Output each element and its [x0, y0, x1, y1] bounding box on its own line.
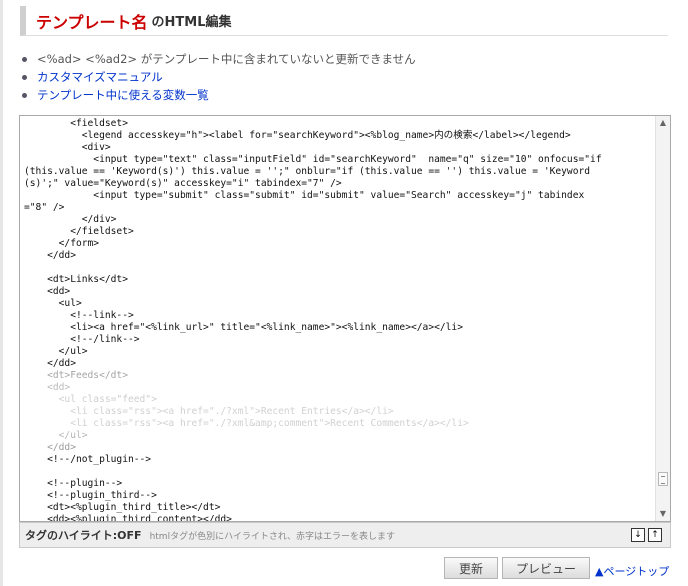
highlight-toolbar: タグのハイライト:OFF htmlタグが色別にハイライトされ、赤字はエラーを表し… — [19, 522, 671, 548]
shrink-editor-button[interactable]: ↓ — [631, 528, 645, 542]
code-line: <li><a href="<%link_url>" title="<%link_… — [24, 322, 463, 333]
code-line: (this.value == 'Keyword(s)') this.value … — [24, 166, 591, 177]
page-left-rule — [0, 0, 3, 586]
expand-editor-button[interactable]: ↑ — [648, 528, 662, 542]
page-title: テンプレート名 のHTML編集 — [20, 6, 668, 36]
grip-icon — [661, 476, 665, 484]
bullet-icon — [22, 56, 27, 62]
template-variables-link[interactable]: テンプレート中に使える変数一覧 — [37, 86, 209, 104]
bullet-icon — [22, 74, 27, 80]
note-item-manual: カスタマイズマニュアル — [22, 68, 416, 86]
bullet-icon — [22, 92, 27, 98]
code-line: (s)';" value="Keyword(s)" accesskey="i" … — [24, 178, 342, 189]
code-line: <dd><%plugin_third_content></dd> — [24, 514, 232, 521]
scroll-down-arrow-icon[interactable]: ▼ — [656, 507, 670, 521]
code-line: <!--/link--> — [24, 334, 140, 345]
code-line: <input type="text" class="inputField" id… — [24, 154, 602, 165]
code-line: <div> — [24, 142, 111, 153]
code-line: </form> — [24, 238, 100, 249]
code-line: </dd> — [24, 250, 76, 261]
code-line: </ul> — [24, 346, 88, 357]
page-top-link[interactable]: ▲ページトップ — [595, 563, 669, 579]
scroll-up-arrow-icon[interactable]: ▲ — [656, 116, 670, 130]
code-line: <legend accesskey="h"><label for="search… — [24, 130, 571, 141]
ad-requirement-note: <%ad> <%ad2> がテンプレート中に含まれていないと更新できません — [37, 52, 416, 66]
preview-button[interactable]: プレビュー — [502, 557, 590, 579]
template-name: テンプレート名 — [36, 12, 148, 32]
code-line: <li class="rss"><a href="./?xml">Recent … — [24, 406, 394, 417]
code-line: <!--link--> — [24, 310, 134, 321]
code-line: <!--plugin_third--> — [24, 490, 157, 501]
code-line: </div> — [24, 214, 117, 225]
code-line: </dd> — [24, 358, 76, 369]
code-line: <fieldset> — [24, 118, 128, 129]
code-line: <input type="submit" class="submit" id="… — [24, 190, 585, 201]
note-item-variables: テンプレート中に使える変数一覧 — [22, 86, 416, 104]
title-suffix: のHTML編集 — [151, 15, 232, 30]
note-item-ad-requirement: <%ad> <%ad2> がテンプレート中に含まれていないと更新できません — [22, 50, 416, 68]
code-line: <dt><%plugin_third_title></dt> — [24, 502, 221, 513]
editor-scrollbar[interactable]: ▲ ▼ — [655, 116, 670, 521]
code-line: <ul> — [24, 298, 82, 309]
code-line: </fieldset> — [24, 226, 134, 237]
html-editor[interactable]: <fieldset> <legend accesskey="h"><label … — [19, 115, 671, 522]
code-line: </dd> — [24, 442, 76, 453]
highlight-toggle[interactable]: タグのハイライト:OFF — [25, 527, 142, 543]
code-line: <dt>Links</dt> — [24, 274, 128, 285]
code-line: <!--plugin--> — [24, 478, 123, 489]
code-textarea[interactable]: <fieldset> <legend accesskey="h"><label … — [20, 116, 656, 521]
highlight-hint: htmlタグが色別にハイライトされ、赤字はエラーを表します — [149, 531, 395, 542]
update-button[interactable]: 更新 — [444, 557, 498, 579]
code-line: <li class="rss"><a href="./?xml&amp;comm… — [24, 418, 469, 429]
code-line: </ul> — [24, 430, 88, 441]
code-line: <dd> — [24, 382, 71, 393]
code-line: <dt>Feeds</dt> — [24, 370, 128, 381]
customize-manual-link[interactable]: カスタマイズマニュアル — [37, 68, 163, 86]
notes-list: <%ad> <%ad2> がテンプレート中に含まれていないと更新できません カス… — [22, 50, 416, 104]
code-line: <ul class="feed"> — [24, 394, 157, 405]
scrollbar-thumb[interactable] — [658, 472, 668, 486]
code-line: <dd> — [24, 286, 71, 297]
code-line: <!--/not_plugin--> — [24, 454, 152, 465]
code-line: ="8" /> — [24, 202, 65, 213]
